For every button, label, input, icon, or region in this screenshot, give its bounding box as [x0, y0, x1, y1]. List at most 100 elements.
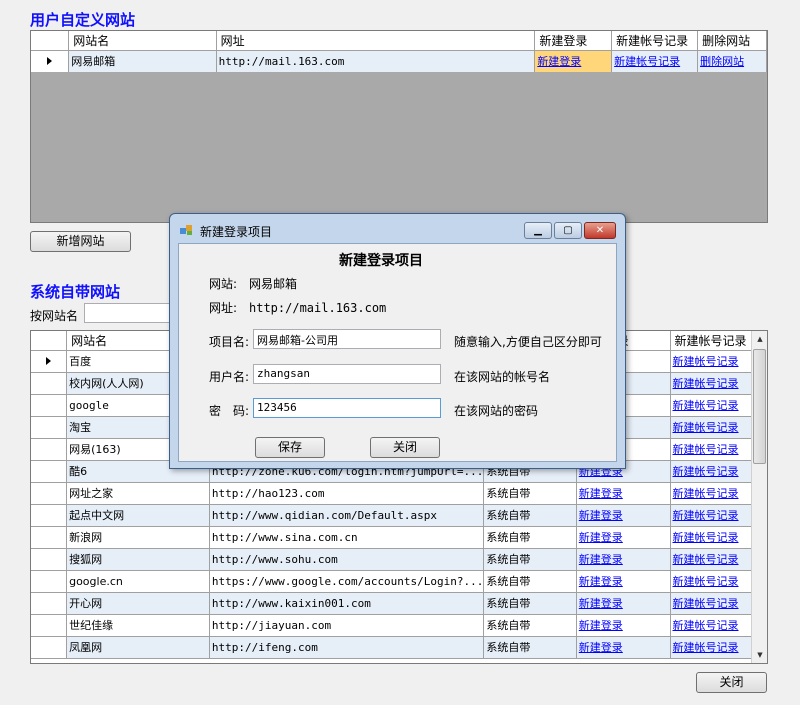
- new-login-link[interactable]: 新建登录: [579, 487, 623, 500]
- site-name-search-input[interactable]: [84, 303, 174, 323]
- new-record-link[interactable]: 新建帐号记录: [673, 355, 739, 368]
- cell-site-name[interactable]: google.cn: [66, 570, 210, 593]
- cell-type[interactable]: 系统自带: [483, 526, 577, 549]
- table-row[interactable]: 搜狐网 http://www.sohu.com 系统自带 新建登录 新建帐号记录: [31, 548, 767, 571]
- row-header[interactable]: [31, 372, 68, 395]
- cell-type[interactable]: 系统自带: [483, 592, 577, 615]
- dialog-heading: 新建登录项目: [339, 253, 423, 269]
- col-header-new-login[interactable]: 新建登录: [534, 31, 613, 51]
- row-header[interactable]: [31, 548, 68, 571]
- cell-new-login: 新建登录: [576, 548, 671, 571]
- new-login-link[interactable]: 新建登录: [579, 597, 623, 610]
- cell-site-name[interactable]: 起点中文网: [66, 504, 210, 527]
- cell-url[interactable]: http://hao123.com: [209, 482, 485, 505]
- cell-url[interactable]: https://www.google.com/accounts/Login?..…: [209, 570, 485, 593]
- table-row[interactable]: 开心网 http://www.kaixin001.com 系统自带 新建登录 新建帐号记…: [31, 592, 767, 615]
- cell-type[interactable]: 系统自带: [483, 548, 577, 571]
- new-record-link[interactable]: 新建帐号记录: [673, 575, 739, 588]
- new-record-link[interactable]: 新建帐号记录: [673, 377, 739, 390]
- cell-url[interactable]: http://www.kaixin001.com: [209, 592, 485, 615]
- cell-site-name[interactable]: 开心网: [66, 592, 210, 615]
- scrollbar-thumb[interactable]: [753, 349, 766, 464]
- delete-site-link[interactable]: 删除网站: [700, 55, 744, 68]
- table-row[interactable]: 起点中文网 http://www.qidian.com/Default.aspx 系…: [31, 504, 767, 527]
- new-record-link[interactable]: 新建帐号记录: [673, 641, 739, 654]
- project-name-input[interactable]: 网易邮箱-公司用: [253, 329, 441, 349]
- table-row[interactable]: 网易邮箱 http://mail.163.com 新建登录 新建帐号记录 删除网…: [31, 50, 767, 73]
- row-header[interactable]: [31, 614, 68, 637]
- dialog-close-x-button[interactable]: ✕: [584, 222, 616, 239]
- new-record-link[interactable]: 新建帐号记录: [673, 465, 739, 478]
- new-record-link[interactable]: 新建帐号记录: [673, 487, 739, 500]
- row-header[interactable]: [31, 504, 68, 527]
- cell-site-name[interactable]: 网址之家: [66, 482, 210, 505]
- new-login-link[interactable]: 新建登录: [579, 619, 623, 632]
- row-header[interactable]: [31, 526, 68, 549]
- row-header[interactable]: [31, 416, 68, 439]
- col-header-delete[interactable]: 删除网站: [697, 31, 767, 51]
- cell-site-name[interactable]: 新浪网: [66, 526, 210, 549]
- new-login-link[interactable]: 新建登录: [579, 531, 623, 544]
- add-site-button[interactable]: 新增网站: [30, 231, 131, 252]
- cell-type[interactable]: 系统自带: [483, 504, 577, 527]
- cell-url[interactable]: http://www.qidian.com/Default.aspx: [209, 504, 485, 527]
- new-record-link[interactable]: 新建帐号记录: [673, 553, 739, 566]
- password-input[interactable]: 123456: [253, 398, 441, 418]
- username-input[interactable]: zhangsan: [253, 364, 441, 384]
- vertical-scrollbar[interactable]: ▲ ▼: [751, 331, 767, 663]
- maximize-button[interactable]: ▢: [554, 222, 582, 239]
- cell-site-name[interactable]: 网易邮箱: [68, 50, 217, 73]
- new-record-link[interactable]: 新建帐号记录: [673, 421, 739, 434]
- table-row[interactable]: 新浪网 http://www.sina.com.cn 系统自带 新建登录 新建帐号记录: [31, 526, 767, 549]
- new-record-link[interactable]: 新建帐号记录: [673, 443, 739, 456]
- cell-url[interactable]: http://www.sina.com.cn: [209, 526, 485, 549]
- col-header-new-record[interactable]: 新建帐号记录: [611, 31, 699, 51]
- main-close-button[interactable]: 关闭: [696, 672, 767, 693]
- cell-site-name[interactable]: 凤凰网: [66, 636, 210, 659]
- cell-new-login: 新建登录: [576, 570, 671, 593]
- cell-type[interactable]: 系统自带: [483, 636, 577, 659]
- grid-empty-area: [31, 72, 767, 222]
- row-header[interactable]: [31, 394, 68, 417]
- new-record-link[interactable]: 新建帐号记录: [673, 597, 739, 610]
- minimize-button[interactable]: ▁: [524, 222, 552, 239]
- cell-type[interactable]: 系统自带: [483, 614, 577, 637]
- row-header[interactable]: [31, 570, 68, 593]
- dialog-close-button[interactable]: 关闭: [370, 437, 440, 458]
- new-login-link[interactable]: 新建登录: [579, 641, 623, 654]
- new-login-link[interactable]: 新建登录: [537, 55, 581, 68]
- new-record-link[interactable]: 新建帐号记录: [673, 399, 739, 412]
- col-header-url[interactable]: 网址: [216, 31, 536, 51]
- row-header[interactable]: [31, 438, 68, 461]
- new-login-link[interactable]: 新建登录: [579, 509, 623, 522]
- new-login-link[interactable]: 新建登录: [579, 553, 623, 566]
- table-row[interactable]: google.cn https://www.google.com/accounts…: [31, 570, 767, 593]
- new-login-link[interactable]: 新建登录: [579, 575, 623, 588]
- new-record-link[interactable]: 新建帐号记录: [673, 531, 739, 544]
- cell-type[interactable]: 系统自带: [483, 570, 577, 593]
- row-header[interactable]: [31, 592, 68, 615]
- table-row[interactable]: 世纪佳缘 http://jiayuan.com 系统自带 新建登录 新建帐号记录: [31, 614, 767, 637]
- new-record-link[interactable]: 新建帐号记录: [673, 509, 739, 522]
- row-header[interactable]: [31, 636, 68, 659]
- cell-site-name[interactable]: 搜狐网: [66, 548, 210, 571]
- cell-type[interactable]: 系统自带: [483, 482, 577, 505]
- cell-url[interactable]: http://jiayuan.com: [209, 614, 485, 637]
- new-record-link[interactable]: 新建帐号记录: [673, 619, 739, 632]
- cell-url[interactable]: http://ifeng.com: [209, 636, 485, 659]
- row-header[interactable]: [31, 460, 68, 483]
- cell-site-name[interactable]: 世纪佳缘: [66, 614, 210, 637]
- new-record-link[interactable]: 新建帐号记录: [614, 55, 680, 68]
- cell-url[interactable]: http://mail.163.com: [216, 50, 536, 73]
- scroll-up-icon[interactable]: ▲: [752, 331, 767, 347]
- row-pointer-icon: [47, 56, 53, 65]
- row-header[interactable]: [31, 482, 68, 505]
- scroll-down-icon[interactable]: ▼: [752, 647, 767, 663]
- table-row[interactable]: 凤凰网 http://ifeng.com 系统自带 新建登录 新建帐号记录: [31, 636, 767, 659]
- cell-new-login: 新建登录: [576, 614, 671, 637]
- row-header[interactable]: [31, 350, 68, 373]
- col-header-site-name[interactable]: 网站名: [68, 31, 217, 51]
- cell-url[interactable]: http://www.sohu.com: [209, 548, 485, 571]
- save-button[interactable]: 保存: [255, 437, 325, 458]
- table-row[interactable]: 网址之家 http://hao123.com 系统自带 新建登录 新建帐号记录: [31, 482, 767, 505]
